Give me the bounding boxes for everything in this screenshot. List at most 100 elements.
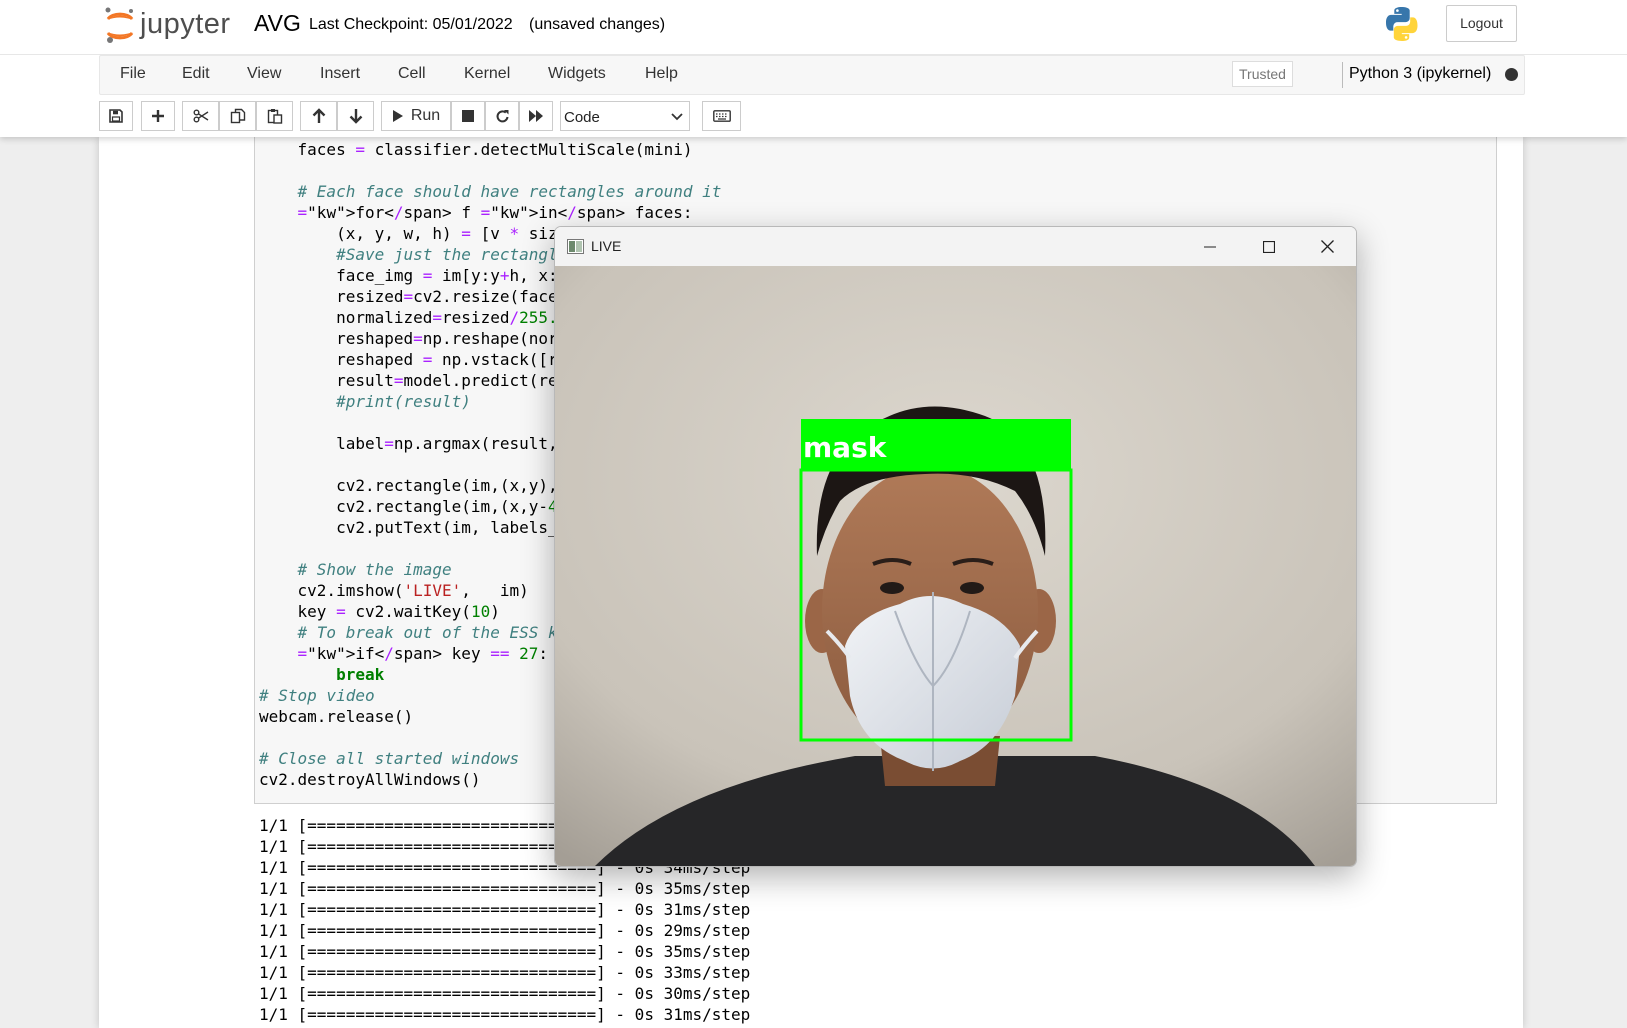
- window-app-icon: [567, 239, 584, 254]
- code-text: faces = classifier.detectMultiScale(mini…: [259, 140, 693, 159]
- autosave-status: (unsaved changes): [529, 16, 666, 33]
- code-line: (x, y, w, h) = [v * siz: [259, 223, 558, 244]
- jupyter-icon: [105, 7, 134, 43]
- fast-forward-icon: [529, 110, 543, 122]
- code-text: reshaped=np.reshape(nor: [259, 329, 558, 348]
- menu-widgets[interactable]: Widgets: [548, 65, 606, 83]
- menubar: File Edit View Insert Cell Kernel Widget…: [99, 55, 1525, 95]
- output-line: 1/1 [==============================] - 0…: [259, 921, 751, 940]
- code-line: #print(result): [259, 391, 471, 412]
- minimize-icon: [1204, 246, 1216, 247]
- interrupt-button[interactable]: [451, 101, 485, 131]
- menu-view[interactable]: View: [247, 65, 281, 83]
- code-line: # Stop video: [259, 685, 375, 706]
- output-line: 1/1 [==============================: [259, 816, 597, 835]
- move-down-button[interactable]: [337, 101, 374, 131]
- code-line: cv2.rectangle(im,(x,y-4: [259, 496, 558, 517]
- minimize-button[interactable]: [1181, 227, 1239, 266]
- code-line: cv2.imshow('LIVE', im): [259, 580, 529, 601]
- code-line: normalized=resized/255.: [259, 307, 558, 328]
- menu-kernel[interactable]: Kernel: [464, 65, 510, 83]
- maximize-icon: [1263, 240, 1275, 253]
- output-line: 1/1 [==============================] - 0…: [259, 984, 751, 1003]
- menu-edit[interactable]: Edit: [182, 65, 210, 83]
- code-text: cv2.destroyAllWindows(): [259, 770, 481, 789]
- save-icon: [109, 109, 123, 123]
- webcam-frame: mask: [555, 266, 1356, 866]
- code-line: result=model.predict(re: [259, 370, 558, 391]
- code-line: label=np.argmax(result,: [259, 433, 558, 454]
- maximize-button[interactable]: [1240, 227, 1298, 266]
- play-icon: [392, 110, 403, 122]
- chevron-down-icon: [671, 113, 683, 121]
- output-line: 1/1 [==============================] - 0…: [259, 963, 751, 982]
- close-button[interactable]: [1298, 227, 1356, 266]
- code-text: reshaped = np.vstack([r: [259, 350, 558, 369]
- code-keyword: break: [259, 665, 385, 684]
- code-text: cv2.rectangle(im,(x,y),: [259, 476, 558, 495]
- header-top: jupyter AVG Last Checkpoint: 05/01/2022 …: [0, 0, 1627, 55]
- code-line: # To break out of the ESS k: [259, 622, 558, 643]
- cell-type-select[interactable]: Code: [560, 101, 690, 131]
- code-comment: # Show the image: [259, 560, 452, 579]
- output-line: 1/1 [==============================] - 0…: [259, 942, 751, 961]
- keyboard-icon: [712, 110, 731, 122]
- jupyter-logo[interactable]: jupyter: [104, 6, 239, 48]
- stop-icon: [462, 110, 474, 122]
- checkpoint-status: Last Checkpoint: 05/01/2022: [309, 16, 513, 33]
- copy-icon: [230, 108, 245, 124]
- code-line: reshaped=np.reshape(nor: [259, 328, 558, 349]
- code-comment: # Each face should have rectangles aroun…: [259, 182, 722, 201]
- output-line: 1/1 [==============================: [259, 837, 597, 856]
- paste-icon: [267, 109, 282, 124]
- code-comment: #Save just the rectangl: [259, 245, 558, 264]
- code-line: cv2.putText(im, labels_: [259, 517, 558, 538]
- code-comment: #print(result): [259, 392, 471, 411]
- run-label: Run: [410, 107, 441, 124]
- kernel-name[interactable]: Python 3 (ipykernel): [1349, 65, 1491, 83]
- menu-file[interactable]: File: [120, 65, 146, 83]
- live-window-titlebar[interactable]: LIVE: [555, 227, 1356, 266]
- code-line: resized=cv2.resize(face: [259, 286, 558, 307]
- code-line: webcam.release(): [259, 706, 413, 727]
- kernel-separator: [1342, 62, 1343, 88]
- code-text: cv2.putText(im, labels_: [259, 518, 558, 537]
- code-line: cv2.rectangle(im,(x,y),: [259, 475, 558, 496]
- menu-insert[interactable]: Insert: [320, 65, 360, 83]
- live-window-title: LIVE: [591, 238, 622, 254]
- logout-button[interactable]: Logout: [1446, 5, 1517, 42]
- code-text: key = cv2.waitKey(10): [259, 602, 500, 621]
- code-text: resized=cv2.resize(face: [259, 287, 558, 306]
- output-line: 1/1 [==============================] - 0…: [259, 1005, 751, 1024]
- move-up-button[interactable]: [300, 101, 337, 131]
- notebook-name[interactable]: AVG: [254, 10, 301, 37]
- live-window[interactable]: LIVE mask: [554, 226, 1357, 867]
- code-text: cv2.imshow('LIVE', im): [259, 581, 529, 600]
- code-text: cv2.rectangle(im,(x,y-4: [259, 497, 558, 516]
- copy-button[interactable]: [219, 101, 256, 131]
- scissors-icon: [193, 109, 208, 123]
- insert-cell-button[interactable]: [141, 101, 175, 131]
- notebook-header: jupyter AVG Last Checkpoint: 05/01/2022 …: [0, 0, 1627, 137]
- code-line: #Save just the rectangl: [259, 244, 558, 265]
- code-comment: # To break out of the ESS k: [259, 623, 558, 642]
- code-line: key = cv2.waitKey(10): [259, 601, 500, 622]
- python-logo-icon: [1386, 7, 1418, 41]
- restart-button[interactable]: [485, 101, 519, 131]
- code-text: result=model.predict(re: [259, 371, 558, 390]
- run-button[interactable]: Run: [381, 101, 451, 131]
- output-line: 1/1 [==============================] - 0…: [259, 900, 751, 919]
- plus-icon: [152, 110, 164, 122]
- code-comment: # Close all started windows: [259, 749, 520, 768]
- restart-run-all-button[interactable]: [519, 101, 553, 131]
- eye-right: [960, 582, 984, 594]
- command-palette-button[interactable]: [702, 101, 741, 131]
- menu-cell[interactable]: Cell: [398, 65, 426, 83]
- menu-help[interactable]: Help: [645, 65, 678, 83]
- cell-type-value: Code: [564, 109, 600, 126]
- save-button[interactable]: [99, 101, 133, 131]
- paste-button[interactable]: [256, 101, 293, 131]
- cut-button[interactable]: [182, 101, 219, 131]
- trusted-badge[interactable]: Trusted: [1232, 61, 1293, 87]
- code-line: reshaped = np.vstack([r: [259, 349, 558, 370]
